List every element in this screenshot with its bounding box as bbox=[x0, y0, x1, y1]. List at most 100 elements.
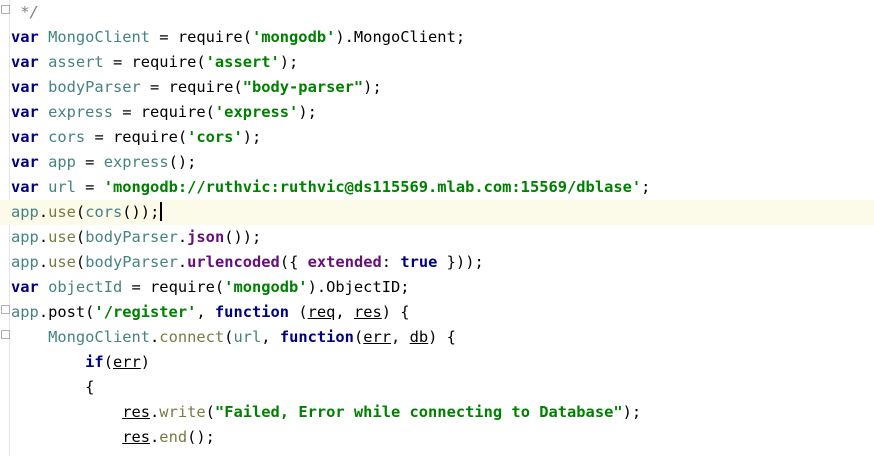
code-line[interactable]: var bodyParser = require("body-parser"); bbox=[0, 75, 874, 100]
code-token: . bbox=[177, 228, 188, 246]
code-token: req bbox=[307, 303, 336, 321]
code-token: if bbox=[85, 353, 104, 371]
code-token: 'mongodb' bbox=[251, 28, 336, 46]
code-token: ()); bbox=[122, 203, 160, 221]
code-line[interactable]: app.use(bodyParser.urlencoded({ extended… bbox=[0, 250, 874, 275]
code-token: ( bbox=[205, 403, 215, 421]
code-token: url bbox=[233, 328, 262, 346]
code-token: MongoClient bbox=[48, 328, 151, 346]
code-token: var bbox=[11, 78, 39, 96]
code-token: app bbox=[11, 203, 39, 221]
code-token: ); bbox=[298, 103, 317, 121]
code-token: ( bbox=[289, 303, 308, 321]
code-token: app bbox=[11, 253, 39, 271]
code-token: app bbox=[11, 303, 39, 321]
code-line[interactable]: var express = require('express'); bbox=[0, 100, 874, 125]
code-token: = require( bbox=[85, 128, 188, 146]
code-token: true bbox=[400, 253, 438, 271]
code-line[interactable]: app.use(cors()); bbox=[0, 200, 874, 225]
code-token: cors bbox=[48, 128, 86, 146]
code-token: var bbox=[11, 153, 39, 171]
code-token: ( bbox=[75, 253, 86, 271]
code-token: var bbox=[11, 128, 39, 146]
code-token: = require( bbox=[150, 28, 252, 46]
code-token: bodyParser bbox=[85, 253, 178, 271]
code-token: */ bbox=[11, 3, 39, 21]
code-token: use bbox=[48, 228, 76, 246]
code-line[interactable]: if(err) bbox=[0, 350, 874, 375]
code-line[interactable]: var objectId = require('mongodb').Object… bbox=[0, 275, 874, 300]
code-editor[interactable]: */var MongoClient = require('mongodb').M… bbox=[0, 0, 874, 456]
code-token: ( bbox=[353, 328, 364, 346]
code-line[interactable]: res.end(); bbox=[0, 425, 874, 450]
code-token: ( bbox=[103, 353, 113, 371]
code-token: ); bbox=[363, 78, 382, 96]
code-token: var bbox=[11, 178, 39, 196]
code-line[interactable]: MongoClient.connect(url, function(err, d… bbox=[0, 325, 874, 350]
code-token: ).ObjectID; bbox=[307, 278, 410, 296]
code-token: var bbox=[11, 278, 39, 296]
code-token: write bbox=[159, 403, 206, 421]
code-token: = bbox=[75, 153, 104, 171]
code-token: objectId bbox=[48, 278, 123, 296]
code-token: err bbox=[112, 353, 141, 371]
code-token: var bbox=[11, 53, 39, 71]
code-token: = require( bbox=[140, 78, 243, 96]
code-line[interactable]: */ bbox=[0, 0, 874, 25]
code-token: 'mongodb://ruthvic:ruthvic@ds115569.mlab… bbox=[103, 178, 642, 196]
text-caret bbox=[160, 202, 163, 221]
code-line[interactable]: var cors = require('cors'); bbox=[0, 125, 874, 150]
code-token: extended bbox=[307, 253, 382, 271]
code-token: = require( bbox=[103, 53, 206, 71]
code-token: "body-parser" bbox=[242, 78, 364, 96]
code-line[interactable]: app.post('/register', function (req, res… bbox=[0, 300, 874, 325]
code-token: ( bbox=[75, 228, 86, 246]
code-line[interactable]: var url = 'mongodb://ruthvic:ruthvic@ds1… bbox=[0, 175, 874, 200]
code-line[interactable]: app.use(bodyParser.json()); bbox=[0, 225, 874, 250]
code-line[interactable]: var assert = require('assert'); bbox=[0, 50, 874, 75]
code-line[interactable]: var app = express(); bbox=[0, 150, 874, 175]
code-token: res bbox=[122, 428, 151, 446]
code-token: bodyParser bbox=[85, 228, 178, 246]
code-token: res bbox=[353, 303, 382, 321]
code-token: urlencoded bbox=[187, 253, 280, 271]
code-token: var bbox=[11, 28, 39, 46]
code-token: ()); bbox=[224, 228, 262, 246]
code-token: , bbox=[196, 303, 215, 321]
code-token: . bbox=[150, 428, 160, 446]
code-token: use bbox=[48, 203, 76, 221]
code-line[interactable]: res.write("Failed, Error while connectin… bbox=[0, 400, 874, 425]
code-token: (); bbox=[168, 153, 197, 171]
code-token: cors bbox=[85, 203, 123, 221]
code-token: = require( bbox=[122, 278, 225, 296]
code-token: app bbox=[48, 153, 76, 171]
code-token: . bbox=[150, 403, 160, 421]
code-token: . bbox=[38, 253, 49, 271]
code-token: app bbox=[11, 228, 39, 246]
code-token: 'assert' bbox=[205, 53, 280, 71]
code-token: 'cors' bbox=[187, 128, 243, 146]
code-token: assert bbox=[48, 53, 104, 71]
code-token: . bbox=[38, 228, 49, 246]
code-line[interactable]: var MongoClient = require('mongodb').Mon… bbox=[0, 25, 874, 50]
code-token: ); bbox=[622, 403, 642, 421]
code-token: 'mongodb' bbox=[224, 278, 308, 296]
code-line[interactable]: { bbox=[0, 375, 874, 400]
code-token: ({ bbox=[279, 253, 308, 271]
code-token: json bbox=[187, 228, 225, 246]
code-token: })); bbox=[437, 253, 484, 271]
code-token: = require( bbox=[112, 103, 215, 121]
code-token: . bbox=[150, 328, 160, 346]
code-token: ).MongoClient; bbox=[335, 28, 466, 46]
code-token: { bbox=[11, 378, 95, 396]
code-token: ); bbox=[242, 128, 262, 146]
code-token: , bbox=[335, 303, 354, 321]
